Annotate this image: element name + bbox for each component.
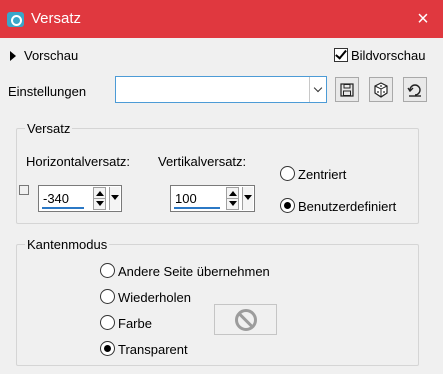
radio-custom[interactable] xyxy=(280,198,295,213)
decrement-arrow-icon[interactable] xyxy=(229,201,237,206)
vertical-underline xyxy=(174,207,220,209)
chevron-down-icon[interactable] xyxy=(309,77,326,102)
increment-arrow-icon[interactable] xyxy=(96,191,104,196)
close-button[interactable]: × xyxy=(403,0,443,38)
image-preview-checkbox[interactable] xyxy=(334,47,348,62)
horizontal-offset-value[interactable]: -340 xyxy=(43,191,69,206)
disabled-icon xyxy=(234,308,257,331)
dice-icon xyxy=(374,81,388,98)
save-preset-button[interactable] xyxy=(335,77,359,102)
vertical-offset-label: Vertikalversatz: xyxy=(158,154,247,169)
horizontal-dropdown-button[interactable] xyxy=(109,187,120,210)
app-camera-icon xyxy=(7,12,24,27)
radio-transparent-label[interactable]: Transparent xyxy=(118,342,188,357)
radio-wrap-label[interactable]: Andere Seite übernehmen xyxy=(118,264,270,279)
expand-arrow-icon[interactable] xyxy=(10,51,16,61)
vertical-offset-spinbox[interactable]: 100 xyxy=(170,185,255,212)
randomize-button[interactable] xyxy=(369,77,393,102)
radio-transparent[interactable] xyxy=(100,341,115,356)
link-checkbox[interactable] xyxy=(19,185,29,195)
radio-centered[interactable] xyxy=(280,166,295,181)
settings-combobox[interactable] xyxy=(115,76,327,103)
radio-repeat[interactable] xyxy=(100,289,115,304)
window-title: Versatz xyxy=(31,10,82,27)
horizontal-stepper[interactable] xyxy=(93,187,106,210)
radio-custom-label[interactable]: Benutzerdefiniert xyxy=(298,199,396,214)
horizontal-offset-label: Horizontalversatz: xyxy=(26,154,131,169)
vertical-offset-value[interactable]: 100 xyxy=(175,191,197,206)
title-bar: Versatz × xyxy=(0,0,443,38)
settings-label: Einstellungen xyxy=(8,84,87,99)
horizontal-underline xyxy=(42,207,84,209)
radio-color[interactable] xyxy=(100,315,115,330)
decrement-arrow-icon[interactable] xyxy=(96,201,104,206)
increment-arrow-icon[interactable] xyxy=(229,191,237,196)
vertical-stepper[interactable] xyxy=(226,187,239,210)
horizontal-offset-spinbox[interactable]: -340 xyxy=(38,185,122,212)
radio-centered-label[interactable]: Zentriert xyxy=(298,167,346,182)
offset-group-label: Versatz xyxy=(25,121,73,136)
radio-color-label[interactable]: Farbe xyxy=(118,316,152,331)
check-mark-icon xyxy=(335,47,347,60)
reset-button[interactable] xyxy=(403,77,427,102)
reset-arrow-icon xyxy=(407,83,421,97)
radio-wrap[interactable] xyxy=(100,263,115,278)
radio-repeat-label[interactable]: Wiederholen xyxy=(118,290,191,305)
preview-label[interactable]: Vorschau xyxy=(24,48,78,63)
image-preview-label[interactable]: Bildvorschau xyxy=(351,48,425,63)
save-icon xyxy=(340,82,354,97)
edge-mode-group-label: Kantenmodus xyxy=(25,237,110,252)
color-swatch-button[interactable] xyxy=(214,304,277,335)
vertical-dropdown-button[interactable] xyxy=(242,187,253,210)
